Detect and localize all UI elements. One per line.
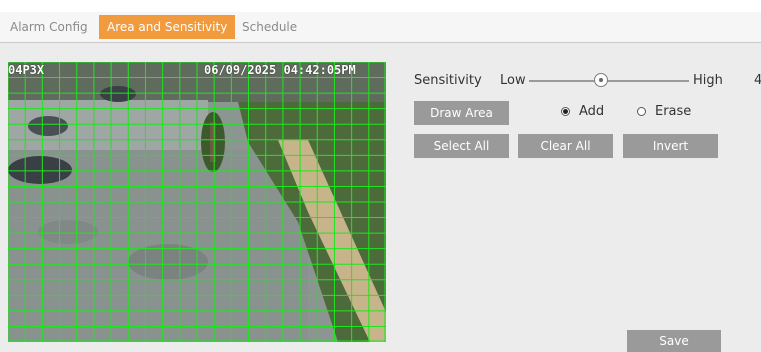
tab-bar: Alarm Config Area and Sensitivity Schedu… (0, 12, 761, 43)
draw-area-button[interactable]: Draw Area (414, 101, 509, 125)
camera-name-overlay: 04P3X (8, 63, 45, 77)
invert-button[interactable]: Invert (623, 134, 718, 158)
erase-radio-dot[interactable] (637, 106, 646, 116)
tab-schedule[interactable]: Schedule (234, 15, 305, 39)
clear-all-button[interactable]: Clear All (518, 134, 613, 158)
sensitivity-low-label: Low (500, 73, 526, 88)
add-radio[interactable]: Add (561, 103, 604, 119)
sensitivity-high-label: High (693, 73, 723, 88)
save-button[interactable]: Save (627, 330, 721, 352)
tab-alarm-config[interactable]: Alarm Config (2, 15, 96, 39)
tab-area-and-sensitivity[interactable]: Area and Sensitivity (99, 15, 236, 39)
slider-thumb[interactable] (594, 73, 608, 87)
sensitivity-value: 4 (754, 73, 761, 88)
slider-track (529, 80, 689, 82)
erase-radio[interactable]: Erase (637, 103, 691, 119)
add-radio-label: Add (579, 103, 605, 119)
video-frame (8, 62, 386, 342)
sensitivity-slider[interactable] (529, 71, 689, 91)
select-all-button[interactable]: Select All (414, 134, 509, 158)
timestamp-overlay: 06/09/2025 04:42:05PM (204, 63, 356, 77)
sensitivity-label: Sensitivity (414, 73, 482, 88)
erase-radio-label: Erase (655, 103, 692, 119)
add-radio-dot[interactable] (561, 106, 570, 116)
top-bar (0, 0, 761, 12)
motion-area-video[interactable]: 04P3X 06/09/2025 04:42:05PM (8, 62, 386, 342)
